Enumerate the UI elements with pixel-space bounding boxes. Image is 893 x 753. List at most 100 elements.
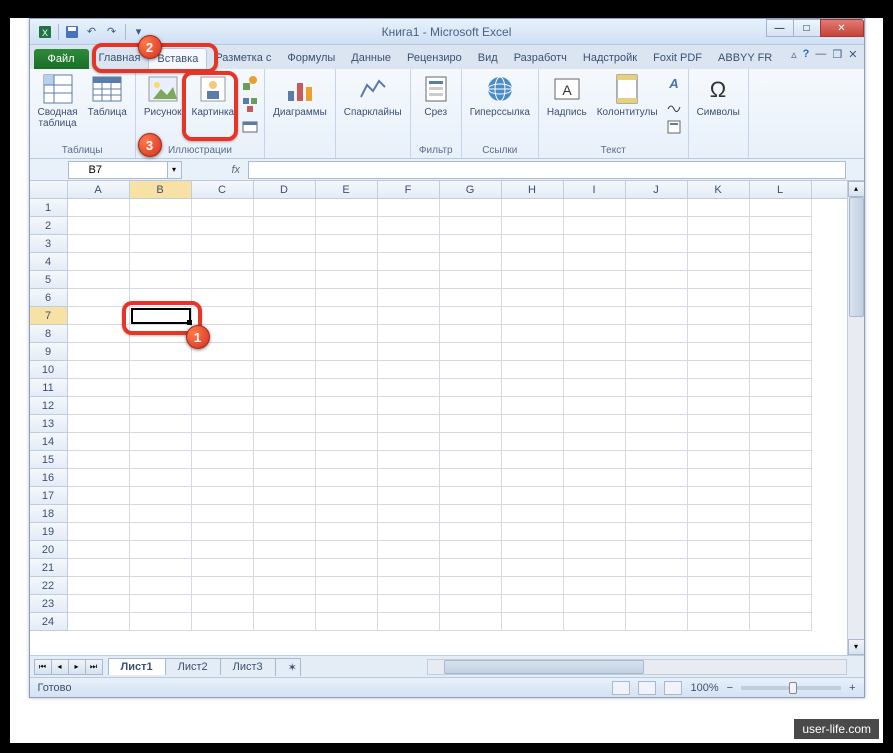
cell[interactable] (68, 325, 130, 343)
cell[interactable] (192, 487, 254, 505)
cell[interactable] (68, 523, 130, 541)
cell[interactable] (316, 361, 378, 379)
cell[interactable] (254, 451, 316, 469)
cell[interactable] (626, 343, 688, 361)
cell[interactable] (564, 217, 626, 235)
cell[interactable] (192, 577, 254, 595)
cell[interactable] (130, 451, 192, 469)
cell[interactable] (688, 397, 750, 415)
cell[interactable] (626, 613, 688, 631)
doc-restore-icon[interactable]: ❐ (832, 48, 842, 61)
cell[interactable] (254, 307, 316, 325)
cell[interactable] (626, 595, 688, 613)
cell[interactable] (688, 235, 750, 253)
row-header[interactable]: 11 (30, 379, 68, 397)
cell[interactable] (192, 397, 254, 415)
save-icon[interactable] (63, 23, 81, 41)
cell[interactable] (68, 469, 130, 487)
cell[interactable] (626, 505, 688, 523)
cell[interactable] (564, 451, 626, 469)
column-header[interactable]: I (564, 181, 626, 198)
cell[interactable] (130, 415, 192, 433)
table-button[interactable]: Таблица (84, 71, 131, 120)
cell[interactable] (564, 397, 626, 415)
cell[interactable] (316, 505, 378, 523)
ribbon-tab-9[interactable]: Foxit PDF (645, 48, 710, 69)
minimize-ribbon-icon[interactable]: ▵ (791, 48, 797, 61)
cell[interactable] (688, 595, 750, 613)
cell[interactable] (626, 307, 688, 325)
cell[interactable] (688, 451, 750, 469)
sheet-tab[interactable]: Лист3 (220, 658, 276, 675)
cell[interactable] (68, 271, 130, 289)
cell[interactable] (130, 397, 192, 415)
cell[interactable] (378, 433, 440, 451)
sheet-tab[interactable]: Лист2 (165, 658, 221, 675)
cell[interactable] (192, 235, 254, 253)
row-header[interactable]: 10 (30, 361, 68, 379)
cell[interactable] (502, 415, 564, 433)
cell[interactable] (68, 559, 130, 577)
cell[interactable] (564, 199, 626, 217)
cell[interactable] (564, 289, 626, 307)
cell[interactable] (440, 253, 502, 271)
cell[interactable] (254, 361, 316, 379)
ribbon-tab-10[interactable]: ABBYY FR (710, 48, 780, 69)
cell[interactable] (750, 397, 812, 415)
clipart-button[interactable]: Картинка (188, 71, 239, 120)
cell[interactable] (254, 559, 316, 577)
row-header[interactable]: 16 (30, 469, 68, 487)
cell[interactable] (564, 505, 626, 523)
cell[interactable] (440, 307, 502, 325)
cell[interactable] (564, 379, 626, 397)
cell[interactable] (502, 505, 564, 523)
cell[interactable] (502, 325, 564, 343)
cell[interactable] (750, 361, 812, 379)
cell[interactable] (316, 325, 378, 343)
cell[interactable] (750, 235, 812, 253)
row-header[interactable]: 12 (30, 397, 68, 415)
cell[interactable] (626, 271, 688, 289)
cell[interactable] (68, 379, 130, 397)
cell[interactable] (440, 415, 502, 433)
cell[interactable] (564, 559, 626, 577)
cell[interactable] (378, 379, 440, 397)
cell[interactable] (564, 253, 626, 271)
cell[interactable] (440, 469, 502, 487)
cell[interactable] (440, 613, 502, 631)
cell[interactable] (564, 235, 626, 253)
cell[interactable] (130, 433, 192, 451)
cell[interactable] (192, 379, 254, 397)
cell[interactable] (626, 289, 688, 307)
cell[interactable] (440, 325, 502, 343)
cell[interactable] (564, 271, 626, 289)
cell[interactable] (378, 289, 440, 307)
row-header[interactable]: 7 (30, 307, 68, 325)
cell[interactable] (378, 235, 440, 253)
cell[interactable] (130, 577, 192, 595)
row-header[interactable]: 17 (30, 487, 68, 505)
row-header[interactable]: 9 (30, 343, 68, 361)
maximize-button[interactable]: □ (793, 19, 821, 37)
cell[interactable] (316, 343, 378, 361)
cell[interactable] (378, 307, 440, 325)
column-header[interactable]: B (130, 181, 192, 198)
ribbon-tab-7[interactable]: Разработч (506, 48, 575, 69)
cell[interactable] (254, 271, 316, 289)
cell[interactable] (378, 361, 440, 379)
cell[interactable] (564, 613, 626, 631)
redo-icon[interactable]: ↷ (103, 23, 121, 41)
cell[interactable] (626, 541, 688, 559)
cell[interactable] (564, 541, 626, 559)
cell[interactable] (68, 433, 130, 451)
cell[interactable] (254, 217, 316, 235)
scroll-up-button[interactable]: ▴ (848, 181, 864, 197)
cell[interactable] (378, 505, 440, 523)
column-header[interactable]: L (750, 181, 812, 198)
cell[interactable] (626, 379, 688, 397)
cell[interactable] (750, 271, 812, 289)
cell[interactable] (192, 523, 254, 541)
cell[interactable] (440, 217, 502, 235)
charts-button[interactable]: Диаграммы (269, 71, 331, 120)
excel-icon[interactable]: X (36, 23, 54, 41)
